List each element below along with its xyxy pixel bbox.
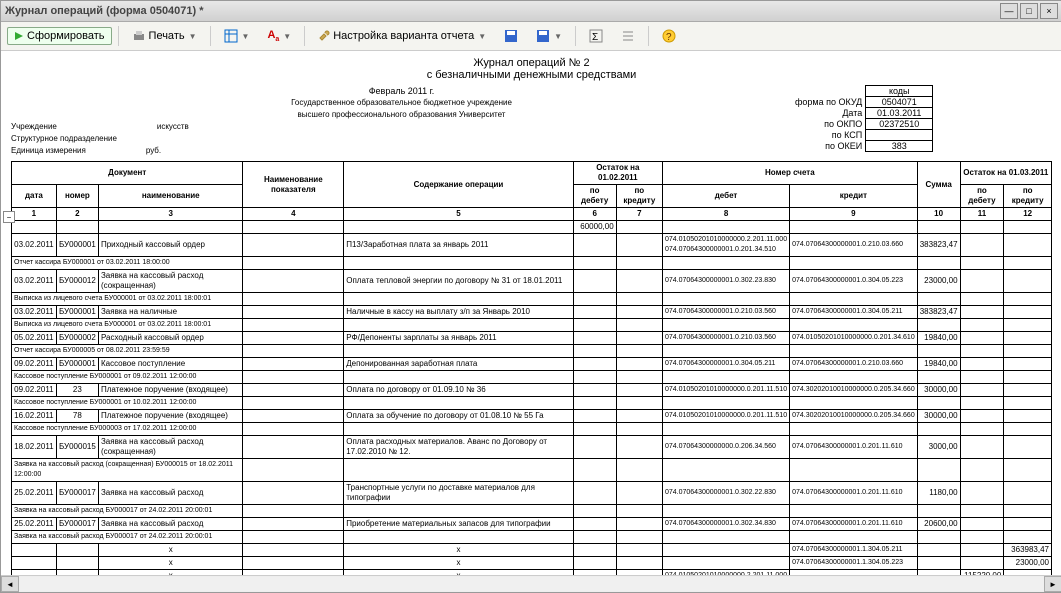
font-button[interactable]: Aa ▼ [260, 26, 298, 46]
scroll-right-button[interactable]: ► [1044, 576, 1061, 592]
table-row: 25.02.2011БУ000017Заявка на кассовый рас… [12, 518, 1052, 531]
titlebar: Журнал операций (форма 0504071) * — □ × [1, 1, 1061, 22]
save-button[interactable] [497, 26, 525, 46]
save-as-button[interactable]: ▼ [529, 26, 569, 46]
list-icon [621, 29, 635, 43]
maximize-button[interactable]: □ [1020, 3, 1038, 19]
scroll-left-button[interactable]: ◄ [1, 576, 19, 592]
minimize-button[interactable]: — [1000, 3, 1018, 19]
list-button[interactable] [614, 26, 642, 46]
collapse-toggle[interactable]: − [3, 211, 15, 223]
table-row: 09.02.201123Платежное поручение (входяще… [12, 384, 1052, 397]
table-row: 25.02.2011БУ000017Заявка на кассовый рас… [12, 482, 1052, 505]
help-icon: ? [662, 29, 676, 43]
period: Февраль 2011 г. [11, 85, 792, 97]
table-row: 09.02.2011БУ000001Кассовое поступлениеДе… [12, 358, 1052, 371]
wrench-icon [318, 30, 330, 42]
font-icon: Aa [267, 29, 279, 43]
report-area[interactable]: − Журнал операций № 2 с безналичными ден… [1, 51, 1061, 575]
toolbar: Сформировать Печать ▼ ▼ Aa ▼ Настройка в… [1, 22, 1061, 51]
table-icon-button[interactable]: ▼ [217, 26, 257, 46]
run-button[interactable]: Сформировать [7, 27, 112, 45]
table-row: 16.02.201178Платежное поручение (входяще… [12, 410, 1052, 423]
close-button[interactable]: × [1040, 3, 1058, 19]
main-table: Документ Наименование показателя Содержа… [11, 161, 1052, 575]
floppy-icon [536, 29, 550, 43]
play-icon [14, 31, 24, 41]
printer-icon [132, 29, 146, 43]
svg-text:?: ? [666, 32, 672, 43]
help-button[interactable]: ? [655, 26, 683, 46]
grid-icon [224, 29, 238, 43]
svg-text:Σ: Σ [592, 32, 598, 43]
horizontal-scrollbar[interactable]: ◄ ► [1, 575, 1061, 592]
settings-button[interactable]: Настройка варианта отчета ▼ [311, 27, 493, 45]
report-title-2: с безналичными денежными средствами [11, 69, 1052, 81]
sum-button[interactable]: Σ [582, 26, 610, 46]
table-row: 03.02.2011БУ000001Заявка на наличныеНали… [12, 306, 1052, 319]
table-row: 03.02.2011БУ000001Приходный кассовый орд… [12, 234, 1052, 257]
table-row: 18.02.2011БУ000015Заявка на кассовый рас… [12, 436, 1052, 459]
table-row: 05.02.2011БУ000002Расходный кассовый орд… [12, 332, 1052, 345]
table-row: 03.02.2011БУ000012Заявка на кассовый рас… [12, 270, 1052, 293]
window-title: Журнал операций (форма 0504071) * [5, 5, 998, 17]
print-button[interactable]: Печать ▼ [125, 26, 204, 46]
sigma-icon: Σ [589, 29, 603, 43]
floppy-icon [504, 29, 518, 43]
report-title-1: Журнал операций № 2 [11, 57, 1052, 69]
